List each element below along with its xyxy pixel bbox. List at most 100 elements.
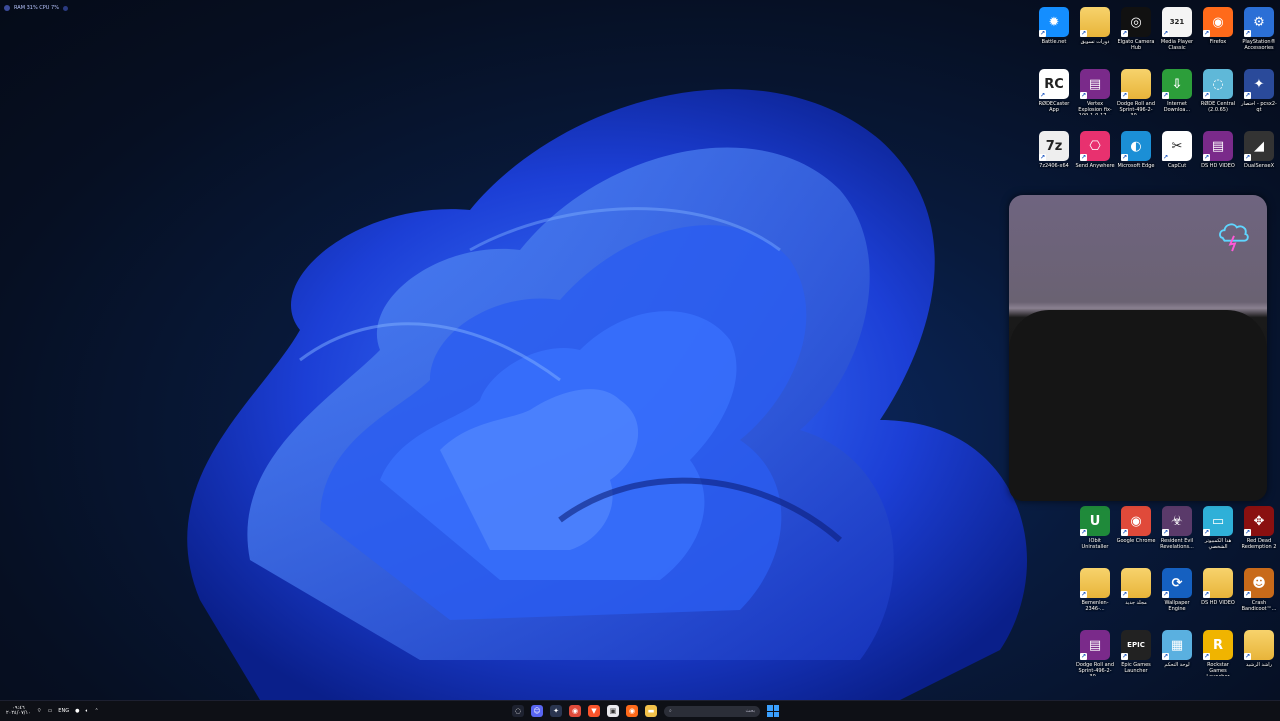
desktop-icon[interactable]: ◉ ↗ Google Chrome bbox=[1116, 503, 1156, 563]
desktop-icon[interactable]: ▭ ↗ هذا الكمبيوتر الشخصي bbox=[1198, 503, 1238, 563]
desktop-icon[interactable]: ☣ ↗ Resident Evil Revelations... bbox=[1157, 503, 1197, 563]
desktop-icon-label: دورات تسويق bbox=[1080, 39, 1110, 45]
wallpaper-engine-icon: ⟳ ↗ bbox=[1162, 568, 1192, 598]
desktop-icon[interactable]: 321 ↗ Media Player Classic bbox=[1157, 4, 1197, 64]
desktop-icon[interactable]: ▤ ↗ DS HD VIDEO bbox=[1198, 128, 1238, 188]
folder-icon: ↗ bbox=[1080, 7, 1110, 37]
brave-icon[interactable]: ▼ bbox=[588, 705, 600, 717]
7zip-icon: 7z ↗ bbox=[1039, 131, 1069, 161]
desktop-icon-label: CapCut bbox=[1167, 163, 1187, 169]
shortcut-arrow-icon: ↗ bbox=[1244, 529, 1251, 536]
tray-overflow-chevron-icon[interactable]: ⌃ bbox=[94, 708, 98, 714]
desktop-icon[interactable]: ✦ ↗ اختصار - pcsx2-qt bbox=[1239, 66, 1279, 126]
desktop-icon-label: Firefox bbox=[1209, 39, 1227, 45]
clock[interactable]: ٠٩:٤٦ ٢٠٢٤/٠٧/١٠ bbox=[6, 706, 31, 716]
desktop-icon[interactable]: ✹ ↗ Battle.net bbox=[1034, 4, 1074, 64]
microphone-icon[interactable]: ● bbox=[75, 708, 79, 714]
shortcut-arrow-icon: ↗ bbox=[1080, 30, 1087, 37]
shortcut-arrow-icon: ↗ bbox=[1080, 529, 1087, 536]
desktop-icon[interactable]: ◌ ↗ RØDE Central (2.0.65) bbox=[1198, 66, 1238, 126]
pinned-apps: ◌ ☺ ✦ ◉ ▼ ▣ ◉ ▬ bbox=[512, 705, 657, 717]
mpc-icon: 321 ↗ bbox=[1162, 7, 1192, 37]
desktop-icon-label: PlayStation® Accessories bbox=[1242, 39, 1276, 51]
performance-readout: RAM 31% CPU 7% bbox=[14, 5, 59, 11]
shortcut-arrow-icon: ↗ bbox=[1244, 154, 1251, 161]
desktop-icon-label: DS HD VIDEO bbox=[1201, 163, 1235, 169]
desktop-icon[interactable]: ▤↗ Dodge Roll and Sprint-496-2-30... bbox=[1075, 627, 1115, 687]
display-icon[interactable]: ▭ bbox=[48, 708, 53, 714]
desktop-icon[interactable]: ⟳ ↗ Wallpaper Engine bbox=[1157, 565, 1197, 625]
desktop-icon-label: هذا الكمبيوتر الشخصي bbox=[1204, 538, 1232, 550]
webcam-overlay bbox=[1009, 195, 1267, 501]
desktop-icon[interactable]: RC ↗ RØDECaster App bbox=[1034, 66, 1074, 126]
volume-icon[interactable]: 🔈︎ bbox=[85, 708, 88, 714]
clock-date: ٢٠٢٤/٠٧/١٠ bbox=[6, 710, 31, 716]
desktop-icon[interactable]: ✥ ↗ Red Dead Redemption 2 bbox=[1239, 503, 1279, 563]
desktop-icon-label: Microsoft Edge bbox=[1117, 163, 1155, 169]
search-box[interactable]: ⌕ بحث bbox=[664, 705, 760, 717]
shortcut-arrow-icon: ↗ bbox=[1203, 30, 1210, 37]
idm-icon: ⇩ ↗ bbox=[1162, 69, 1192, 99]
file-explorer-icon[interactable]: ▬ bbox=[645, 705, 657, 717]
rockstar-icon: R ↗ bbox=[1203, 630, 1233, 660]
user-folder-icon: ↗ bbox=[1244, 630, 1274, 660]
folder-icon: ↗ bbox=[1121, 568, 1151, 598]
shortcut-arrow-icon: ↗ bbox=[1203, 92, 1210, 99]
desktop-icon[interactable]: ↗ Dodge Roll and Sprint-496-2-30... bbox=[1116, 66, 1156, 126]
desktop-icon[interactable]: ↗ Bemenlen-2346-... bbox=[1075, 565, 1115, 625]
desktop-icon[interactable]: ▤↗ Vertex Explosion fix-109-1-0-17... bbox=[1075, 66, 1115, 126]
crash-icon: ☻ ↗ bbox=[1244, 568, 1274, 598]
desktop-icon-label: لوحة التحكم bbox=[1164, 662, 1190, 668]
overlay-settings-icon[interactable] bbox=[63, 5, 68, 11]
desktop-icon[interactable]: ◢ ↗ DualSenseX bbox=[1239, 128, 1279, 188]
shortcut-arrow-icon: ↗ bbox=[1162, 591, 1169, 598]
rode-central-icon: ◌ ↗ bbox=[1203, 69, 1233, 99]
desktop-icon[interactable]: ↗ راشد الرشيد bbox=[1239, 627, 1279, 687]
desktop-icon[interactable]: ☻ ↗ Crash Bandicoot™... bbox=[1239, 565, 1279, 625]
start-button[interactable] bbox=[767, 705, 779, 717]
wifi-icon[interactable]: ⌔ bbox=[37, 708, 42, 714]
shortcut-arrow-icon: ↗ bbox=[1162, 30, 1169, 37]
desktop-icon[interactable]: ◐ ↗ Microsoft Edge bbox=[1116, 128, 1156, 188]
desktop-icon[interactable]: ▦ ↗ لوحة التحكم bbox=[1157, 627, 1197, 687]
desktop-icon[interactable]: ↗ دورات تسويق bbox=[1075, 4, 1115, 64]
desktop-icon[interactable]: ⚙ ↗ PlayStation® Accessories bbox=[1239, 4, 1279, 64]
desktop-icon[interactable]: R↗ Rockstar Games Launcher bbox=[1198, 627, 1238, 687]
firefox-icon[interactable]: ◉ bbox=[626, 705, 638, 717]
desktop-icon-label: Dodge Roll and Sprint-496-2-30... bbox=[1116, 101, 1155, 115]
folder-icon: ↗ bbox=[1080, 568, 1110, 598]
language-indicator[interactable]: ENG bbox=[58, 708, 69, 714]
desktop-icon[interactable]: ◉ ↗ Firefox bbox=[1198, 4, 1238, 64]
desktop-icon[interactable]: ↗ DS HD VIDEO bbox=[1198, 565, 1238, 625]
shortcut-arrow-icon: ↗ bbox=[1121, 92, 1128, 99]
shortcut-arrow-icon: ↗ bbox=[1039, 30, 1046, 37]
chrome-icon: ◉ ↗ bbox=[1121, 506, 1151, 536]
stream-app-icon[interactable]: ✦ bbox=[550, 705, 562, 717]
store-icon[interactable]: ▣ bbox=[607, 705, 619, 717]
shortcut-arrow-icon: ↗ bbox=[1039, 92, 1046, 99]
re-revelations-icon: ☣ ↗ bbox=[1162, 506, 1192, 536]
desktop-icon[interactable]: ◎ ↗ Elgato Camera Hub bbox=[1116, 4, 1156, 64]
desktop-icon[interactable]: ⇩ ↗ Internet Downloa... bbox=[1157, 66, 1197, 126]
desktop-icon[interactable]: EPIC ↗ Epic Games Launcher bbox=[1116, 627, 1156, 687]
rodecaster-icon: RC ↗ bbox=[1039, 69, 1069, 99]
webcam-scene bbox=[1009, 310, 1267, 501]
shortcut-arrow-icon: ↗ bbox=[1121, 30, 1128, 37]
desktop-icon[interactable]: ✂ ↗ CapCut bbox=[1157, 128, 1197, 188]
search-icon: ⌕ bbox=[669, 708, 672, 714]
epic-games-icon: EPIC ↗ bbox=[1121, 630, 1151, 660]
discord-icon[interactable]: ☺ bbox=[531, 705, 543, 717]
shortcut-arrow-icon: ↗ bbox=[1080, 591, 1087, 598]
desktop-icon[interactable]: ⎔ ↗ Send Anywhere bbox=[1075, 128, 1115, 188]
desktop-icon[interactable]: 7z ↗ 7z2406-x64 bbox=[1034, 128, 1074, 188]
desktop-icon-label: Google Chrome bbox=[1116, 538, 1156, 544]
overlay-logo-icon bbox=[4, 5, 10, 11]
desktop-icon-label: Red Dead Redemption 2 bbox=[1241, 538, 1277, 550]
desktop-icon[interactable]: U ↗ IObit Uninstaller bbox=[1075, 503, 1115, 563]
iobit-icon: U ↗ bbox=[1080, 506, 1110, 536]
edge-icon: ◐ ↗ bbox=[1121, 131, 1151, 161]
chrome-icon[interactable]: ◉ bbox=[569, 705, 581, 717]
copilot-icon[interactable]: ◌ bbox=[512, 705, 524, 717]
desktop-icon[interactable]: ↗ مجلد جديد bbox=[1116, 565, 1156, 625]
pcsx2-icon: ✦ ↗ bbox=[1244, 69, 1274, 99]
